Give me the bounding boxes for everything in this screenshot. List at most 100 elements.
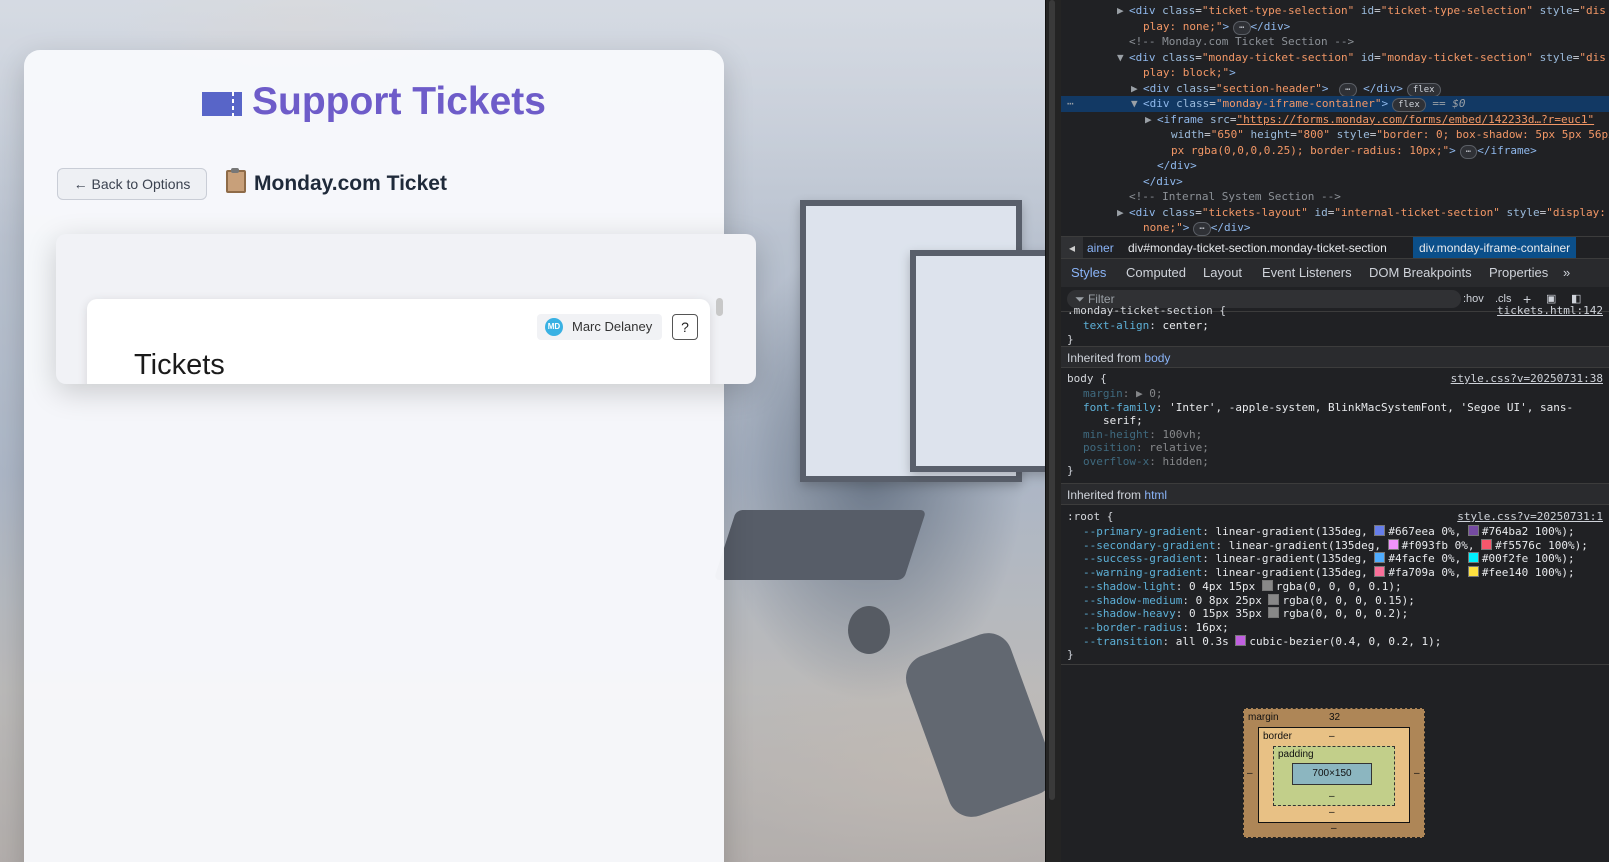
dom-node[interactable]: ▶ <div class="section-header"> ⋯ </div> fl…: [1061, 81, 1609, 97]
dom-node[interactable]: ▶ <div class="tickets-layout" id="interna…: [1061, 205, 1609, 221]
css-property[interactable]: min-height: 100vh;: [1083, 428, 1202, 442]
css-variable[interactable]: --secondary-gradient: linear-gradient(13…: [1083, 538, 1588, 553]
css-variable[interactable]: --warning-gradient: linear-gradient(135d…: [1083, 566, 1575, 580]
color-swatch[interactable]: [1467, 552, 1479, 564]
ticket-icon: [201, 92, 242, 116]
iframe-scrollbar[interactable]: [716, 298, 723, 316]
monday-iframe-container: MD Marc Delaney ? Tickets: [56, 234, 756, 384]
dom-node[interactable]: play: block;">: [1061, 65, 1609, 81]
breadcrumb-item-active[interactable]: div.monday-iframe-container: [1413, 237, 1577, 259]
box-model-padding[interactable]: padding – 700×150: [1273, 746, 1395, 806]
dom-node[interactable]: none;"> ⋯ </div>: [1061, 220, 1609, 236]
dom-node[interactable]: <!-- Monday.com Ticket Section -->: [1061, 34, 1609, 50]
tab-styles[interactable]: Styles: [1071, 259, 1107, 289]
back-to-options-button[interactable]: ← Back to Options: [57, 168, 207, 200]
monday-form-iframe[interactable]: MD Marc Delaney ? Tickets: [87, 299, 710, 384]
color-swatch[interactable]: [1374, 566, 1386, 578]
dom-node[interactable]: </div>: [1061, 158, 1609, 174]
rule-selector: .monday-ticket-section {: [1067, 304, 1226, 317]
box-model-border[interactable]: border – – padding – 700×150: [1258, 727, 1410, 823]
css-variable[interactable]: --primary-gradient: linear-gradient(135d…: [1083, 525, 1575, 539]
rule-close: }: [1067, 648, 1074, 661]
avatar: MD: [545, 318, 563, 336]
section-title-text: Monday.com Ticket: [254, 172, 447, 195]
expand-triangle-icon[interactable]: ▶: [1117, 3, 1129, 19]
color-swatch[interactable]: [1374, 552, 1386, 564]
css-variable[interactable]: --shadow-medium: 0 8px 25px rgba(0, 0, 0…: [1083, 593, 1415, 608]
rule-source-link[interactable]: tickets.html:142: [1497, 304, 1603, 317]
rule-source-link[interactable]: style.css?v=20250731:1: [1457, 510, 1603, 523]
box-model-content[interactable]: 700×150: [1292, 763, 1372, 785]
tab-properties[interactable]: Properties: [1489, 259, 1548, 287]
support-tickets-card: Support Tickets ← Back to Options Monday…: [24, 50, 724, 862]
tab-computed[interactable]: Computed: [1126, 259, 1186, 287]
dom-node-markup: <div class="tickets-layout" id="internal…: [1129, 205, 1606, 219]
dom-node-markup: </div>: [1157, 159, 1197, 172]
breadcrumb-back-icon[interactable]: ◂: [1061, 237, 1083, 259]
rule-selector: body {: [1067, 372, 1107, 385]
dom-node-markup: <iframe src="https://forms.monday.com/fo…: [1157, 112, 1595, 126]
css-variable[interactable]: --transition: all 0.3s cubic-bezier(0.4,…: [1083, 634, 1441, 649]
dom-node[interactable]: <!-- Internal System Section -->: [1061, 189, 1609, 205]
expand-triangle-icon[interactable]: ▼: [1131, 96, 1143, 112]
page-title: Support Tickets: [24, 80, 724, 124]
css-variable[interactable]: --success-gradient: linear-gradient(135d…: [1083, 552, 1575, 566]
color-swatch[interactable]: [1374, 525, 1386, 536]
color-swatch[interactable]: [1235, 634, 1247, 646]
color-swatch[interactable]: [1467, 566, 1479, 578]
rule-selector: :root {: [1067, 510, 1114, 523]
css-property[interactable]: overflow-x: hidden;: [1083, 455, 1209, 469]
hover-state-toggle[interactable]: :hov: [1463, 287, 1484, 311]
rule-source-link[interactable]: style.css?v=20250731:38: [1451, 372, 1603, 385]
user-chip[interactable]: MD Marc Delaney: [537, 314, 662, 340]
css-variable[interactable]: --shadow-light: 0 4px 15px rgba(0, 0, 0,…: [1083, 579, 1402, 594]
devtools-resize-handle[interactable]: [1045, 0, 1062, 862]
tab-event-listeners[interactable]: Event Listeners: [1262, 259, 1352, 287]
color-swatch[interactable]: [1467, 525, 1479, 536]
node-menu-icon[interactable]: ⋯: [1067, 96, 1074, 112]
tab-layout[interactable]: Layout: [1203, 259, 1242, 287]
page-viewport: Support Tickets ← Back to Options Monday…: [0, 0, 1045, 862]
dom-node-selected[interactable]: ▼ <div class="monday-iframe-container"> fl…: [1061, 96, 1609, 112]
breadcrumb-item[interactable]: div#monday-ticket-section.monday-ticket-…: [1128, 237, 1387, 259]
dom-node[interactable]: ▶ <iframe src="https://forms.monday.com/f…: [1061, 112, 1609, 128]
clipboard-icon: [226, 168, 246, 193]
css-property[interactable]: serif;: [1103, 414, 1143, 428]
divider: [1061, 664, 1609, 665]
expand-triangle-icon[interactable]: ▶: [1117, 205, 1129, 221]
box-model-diagram: margin 32 – – – border – – padding – 700…: [1243, 708, 1425, 838]
styles-pane: .monday-ticket-section { tickets.html:14…: [1061, 304, 1609, 862]
dom-node-markup: width="650" height="800" style="border: …: [1171, 128, 1609, 141]
dom-node-markup: play: none;"> ⋯ </div>: [1143, 19, 1291, 35]
dom-node[interactable]: ▼ <div class="monday-ticket-section" id="…: [1061, 50, 1609, 66]
tab-dom-breakpoints[interactable]: DOM Breakpoints: [1369, 259, 1472, 287]
box-model-margin[interactable]: margin 32 – – – border – – padding – 700…: [1243, 708, 1425, 838]
color-swatch[interactable]: [1268, 607, 1280, 619]
help-button[interactable]: ?: [672, 314, 698, 340]
dom-node[interactable]: px rgba(0,0,0,0.25); border-radius: 10px…: [1061, 143, 1609, 159]
dom-node-markup: </div>: [1143, 174, 1183, 188]
dom-node[interactable]: play: none;"> ⋯ </div>: [1061, 19, 1609, 35]
rule-close: }: [1067, 333, 1074, 346]
css-variable[interactable]: --shadow-heavy: 0 15px 35px rgba(0, 0, 0…: [1083, 607, 1408, 621]
breadcrumb-item[interactable]: ainer: [1087, 237, 1114, 259]
color-swatch[interactable]: [1268, 593, 1280, 605]
styles-tabbar: Styles Computed Layout Event Listeners D…: [1061, 258, 1609, 289]
dom-node-markup: <div class="monday-ticket-section" id="m…: [1129, 50, 1606, 64]
dom-node[interactable]: </div>: [1061, 174, 1609, 190]
css-property[interactable]: text-align: center;: [1083, 319, 1209, 333]
color-swatch[interactable]: [1387, 538, 1399, 550]
color-swatch[interactable]: [1481, 538, 1493, 550]
expand-triangle-icon[interactable]: ▶: [1131, 81, 1143, 97]
color-swatch[interactable]: [1261, 579, 1273, 591]
inherited-from-html: Inherited from html: [1061, 483, 1609, 505]
expand-triangle-icon[interactable]: ▼: [1117, 50, 1129, 66]
css-property[interactable]: margin: ▶ 0;: [1083, 387, 1163, 401]
expand-triangle-icon[interactable]: ▶: [1145, 112, 1157, 128]
css-property[interactable]: font-family: 'Inter', -apple-system, Bli…: [1083, 401, 1573, 415]
css-variable[interactable]: --border-radius: 16px;: [1083, 621, 1229, 635]
more-tabs-icon[interactable]: »: [1563, 259, 1570, 287]
dom-node[interactable]: ▶ <div class="ticket-type-selection" id="…: [1061, 3, 1609, 19]
dom-node[interactable]: width="650" height="800" style="border: …: [1061, 127, 1609, 143]
css-property[interactable]: position: relative;: [1083, 441, 1209, 455]
